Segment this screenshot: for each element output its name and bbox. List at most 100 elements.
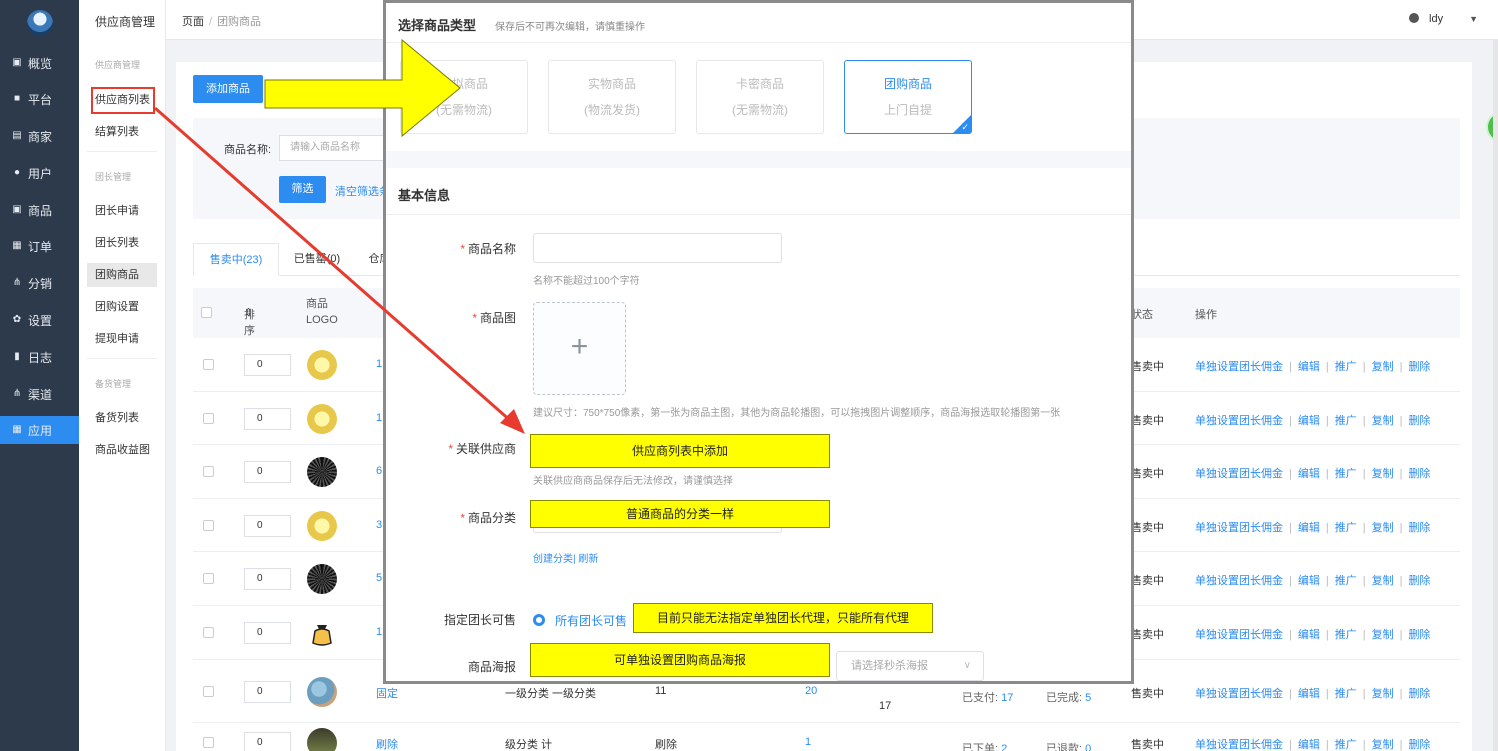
type-card-card-key[interactable]: 卡密商品 (无需物流)	[696, 60, 824, 134]
action-edit[interactable]: 编辑	[1298, 361, 1320, 373]
goods-link[interactable]: 5	[376, 572, 382, 584]
action-promote[interactable]: 推广	[1335, 361, 1357, 373]
action-edit[interactable]: 编辑	[1298, 575, 1320, 587]
nav-item-user[interactable]: ● 用户	[0, 159, 79, 187]
action-copy[interactable]: 复制	[1372, 575, 1394, 587]
filter-name-input[interactable]: 请输入商品名称	[279, 135, 389, 161]
action-promote[interactable]: 推广	[1335, 575, 1357, 587]
action-leader-commission[interactable]: 单独设置团长佣金	[1195, 575, 1283, 587]
action-promote[interactable]: 推广	[1335, 688, 1357, 700]
sub-menu-item-leader-list[interactable]: 团长列表	[87, 231, 157, 255]
action-delete[interactable]: 删除	[1408, 629, 1430, 641]
all-leaders-radio[interactable]	[533, 614, 545, 626]
add-goods-button[interactable]: 添加商品	[193, 75, 263, 103]
row-checkbox[interactable]	[203, 737, 214, 748]
sort-input[interactable]: 0	[244, 354, 291, 376]
action-copy[interactable]: 复制	[1372, 361, 1394, 373]
sub-menu-item-profit-chart[interactable]: 商品收益图	[87, 438, 157, 462]
action-promote[interactable]: 推广	[1335, 468, 1357, 480]
action-edit[interactable]: 编辑	[1298, 688, 1320, 700]
action-edit[interactable]: 编辑	[1298, 468, 1320, 480]
action-promote[interactable]: 推广	[1335, 739, 1357, 751]
nav-item-order[interactable]: ▦ 订单	[0, 232, 79, 260]
action-delete[interactable]: 删除	[1408, 688, 1430, 700]
nav-item-distribution[interactable]: ⋔ 分销	[0, 269, 79, 297]
action-edit[interactable]: 编辑	[1298, 522, 1320, 534]
sub-menu-item-withdraw[interactable]: 提现申请	[87, 327, 157, 351]
nav-item-goods[interactable]: ▣ 商品	[0, 196, 79, 224]
action-edit[interactable]: 编辑	[1298, 629, 1320, 641]
filter-button[interactable]: 筛选	[279, 176, 326, 203]
sort-input[interactable]: 0	[244, 681, 291, 703]
type-card-physical[interactable]: 实物商品 (物流发货)	[548, 60, 676, 134]
nav-item-settings[interactable]: ✿ 设置	[0, 306, 79, 334]
sort-input[interactable]: 0	[244, 568, 291, 590]
row-checkbox[interactable]	[203, 627, 214, 638]
header-sort[interactable]: 排序 ⇕	[244, 306, 255, 337]
action-copy[interactable]: 复制	[1372, 629, 1394, 641]
action-copy[interactable]: 复制	[1372, 739, 1394, 751]
goods-name-input[interactable]	[533, 233, 782, 263]
action-delete[interactable]: 删除	[1408, 415, 1430, 427]
action-edit[interactable]: 编辑	[1298, 415, 1320, 427]
action-delete[interactable]: 删除	[1408, 522, 1430, 534]
row-checkbox[interactable]	[203, 686, 214, 697]
goods-sales[interactable]: 20	[805, 685, 817, 697]
sort-input[interactable]: 0	[244, 622, 291, 644]
type-card-group-buy[interactable]: 团购商品 上门自提 ✓	[844, 60, 972, 134]
sub-menu-item-stock-list[interactable]: 备货列表	[87, 406, 157, 430]
action-copy[interactable]: 复制	[1372, 415, 1394, 427]
goods-link[interactable]: 固定	[376, 685, 398, 701]
action-leader-commission[interactable]: 单独设置团长佣金	[1195, 415, 1283, 427]
sort-input[interactable]: 0	[244, 408, 291, 430]
tab-sold-out[interactable]: 已售罄(0)	[279, 243, 355, 276]
nav-item-overview[interactable]: ▣ 概览	[0, 49, 79, 77]
sub-menu-item-group-settings[interactable]: 团购设置	[87, 295, 157, 319]
sort-input[interactable]: 0	[244, 515, 291, 537]
row-checkbox[interactable]	[203, 359, 214, 370]
sub-menu-item-group-goods[interactable]: 团购商品	[87, 263, 157, 287]
vertical-scrollbar[interactable]	[1493, 40, 1498, 751]
action-delete[interactable]: 删除	[1408, 361, 1430, 373]
action-leader-commission[interactable]: 单独设置团长佣金	[1195, 361, 1283, 373]
goods-link[interactable]: 刷除	[376, 736, 398, 751]
action-leader-commission[interactable]: 单独设置团长佣金	[1195, 739, 1283, 751]
action-copy[interactable]: 复制	[1372, 468, 1394, 480]
category-links[interactable]: 创建分类| 刷新	[533, 550, 598, 565]
action-leader-commission[interactable]: 单独设置团长佣金	[1195, 688, 1283, 700]
tab-on-sale[interactable]: 售卖中(23)	[193, 243, 279, 276]
breadcrumb-root[interactable]: 页面	[182, 16, 204, 28]
goods-link[interactable]: 1	[376, 358, 382, 370]
action-leader-commission[interactable]: 单独设置团长佣金	[1195, 629, 1283, 641]
all-leaders-option[interactable]: 所有团长可售	[555, 612, 627, 629]
row-checkbox[interactable]	[203, 520, 214, 531]
row-checkbox[interactable]	[203, 413, 214, 424]
row-checkbox[interactable]	[203, 573, 214, 584]
action-leader-commission[interactable]: 单独设置团长佣金	[1195, 468, 1283, 480]
sub-menu-item-settlement-list[interactable]: 结算列表	[87, 120, 157, 144]
action-promote[interactable]: 推广	[1335, 629, 1357, 641]
goods-link[interactable]: 3	[376, 519, 382, 531]
sort-input[interactable]: 0	[244, 461, 291, 483]
action-promote[interactable]: 推广	[1335, 522, 1357, 534]
action-copy[interactable]: 复制	[1372, 688, 1394, 700]
poster-select[interactable]: 请选择秒杀海报 ∨	[836, 651, 984, 681]
select-all-checkbox[interactable]	[201, 307, 212, 318]
image-upload-button[interactable]: +	[533, 302, 626, 395]
action-edit[interactable]: 编辑	[1298, 739, 1320, 751]
action-copy[interactable]: 复制	[1372, 522, 1394, 534]
action-delete[interactable]: 删除	[1408, 468, 1430, 480]
nav-item-merchant[interactable]: ▤ 商家	[0, 122, 79, 150]
sub-menu-item-leader-apply[interactable]: 团长申请	[87, 199, 157, 223]
sort-input[interactable]: 0	[244, 732, 291, 751]
row-checkbox[interactable]	[203, 466, 214, 477]
user-menu[interactable]: ldy ▼	[1409, 13, 1478, 25]
action-leader-commission[interactable]: 单独设置团长佣金	[1195, 522, 1283, 534]
goods-sales[interactable]: 1	[805, 736, 811, 748]
goods-link[interactable]: 1	[376, 412, 382, 424]
nav-item-platform[interactable]: ■ 平台	[0, 85, 79, 113]
goods-link[interactable]: 1	[376, 626, 382, 638]
nav-item-channel[interactable]: ⋔ 渠道	[0, 380, 79, 408]
goods-link[interactable]: 6	[376, 465, 382, 477]
action-promote[interactable]: 推广	[1335, 415, 1357, 427]
